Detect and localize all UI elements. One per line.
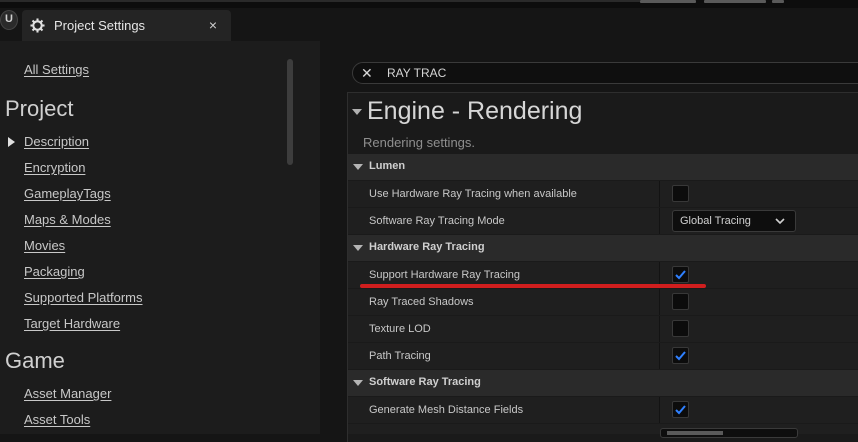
setting-label: Generate Mesh Distance Fields — [369, 404, 524, 416]
slider-fill — [667, 431, 723, 435]
column-divider — [659, 181, 660, 207]
collapse-arrow-icon[interactable] — [352, 109, 362, 115]
category-hardware-ray-tracing[interactable]: Hardware Ray Tracing — [348, 235, 858, 261]
category-lumen[interactable]: Lumen — [348, 154, 858, 180]
setting-label: Use Hardware Ray Tracing when available — [369, 188, 577, 200]
panel-description: Rendering settings. — [363, 135, 476, 150]
column-divider — [659, 208, 660, 234]
setting-row: Ray Traced Shadows — [348, 289, 858, 315]
sidebar-item-maps-modes[interactable]: Maps & Modes — [24, 212, 111, 227]
settings-cog-icon — [30, 18, 45, 33]
setting-label: Path Tracing — [369, 350, 431, 362]
search-input[interactable]: ✕ RAY TRAC — [352, 62, 858, 84]
sidebar-item-packaging[interactable]: Packaging — [24, 264, 85, 279]
expand-arrow-icon[interactable] — [8, 137, 15, 147]
setting-row: Use Hardware Ray Tracing when available — [348, 181, 858, 207]
setting-label: Support Hardware Ray Tracing — [369, 269, 521, 281]
sidebar-item-movies[interactable]: Movies — [24, 238, 65, 253]
texture-lod-checkbox[interactable] — [672, 320, 689, 337]
column-divider — [659, 289, 660, 315]
checkmark-icon — [675, 351, 686, 361]
support-hw-ray-tracing-checkbox[interactable] — [672, 266, 689, 283]
sidebar-item-asset-tools[interactable]: Asset Tools — [24, 412, 90, 427]
project-settings-tab[interactable]: Project Settings × — [22, 10, 231, 41]
sidebar-scrollbar[interactable] — [287, 59, 293, 165]
top-strip — [0, 0, 858, 8]
setting-row: Texture LOD — [348, 316, 858, 342]
column-divider — [659, 397, 660, 423]
top-highlight — [0, 0, 640, 2]
setting-label: Texture LOD — [369, 323, 431, 335]
close-tab-icon[interactable]: × — [209, 17, 217, 33]
collapse-arrow-icon[interactable] — [353, 245, 363, 251]
software-ray-tracing-mode-dropdown[interactable]: Global Tracing — [672, 210, 796, 232]
panel-title: Engine - Rendering — [367, 97, 583, 125]
category-software-ray-tracing[interactable]: Software Ray Tracing — [348, 370, 858, 396]
sidebar-item-description[interactable]: Description — [24, 134, 89, 149]
generate-mesh-distance-fields-checkbox[interactable] — [672, 401, 689, 418]
category-label: Software Ray Tracing — [369, 376, 481, 388]
toolbar-button[interactable] — [772, 0, 784, 3]
sidebar-item-encryption[interactable]: Encryption — [24, 160, 85, 175]
setting-label: Software Ray Tracing Mode — [369, 215, 505, 227]
checkmark-icon — [675, 405, 686, 415]
section-title-game: Game — [5, 348, 65, 373]
setting-row: Generate Mesh Distance Fields — [348, 397, 858, 423]
category-label: Lumen — [369, 160, 406, 172]
use-hw-ray-tracing-checkbox[interactable] — [672, 185, 689, 202]
path-tracing-checkbox[interactable] — [672, 347, 689, 364]
collapse-arrow-icon[interactable] — [353, 380, 363, 386]
dropdown-value: Global Tracing — [680, 215, 751, 227]
search-value[interactable]: RAY TRAC — [387, 66, 446, 80]
sidebar-item-target-hardware[interactable]: Target Hardware — [24, 316, 120, 331]
all-settings-link[interactable]: All Settings — [24, 62, 89, 77]
unreal-logo-icon[interactable] — [0, 10, 18, 30]
setting-row: Path Tracing — [348, 343, 858, 369]
sidebar-item-gameplaytags[interactable]: GameplayTags — [24, 186, 111, 201]
checkmark-icon — [675, 270, 686, 280]
category-label: Hardware Ray Tracing — [369, 241, 485, 253]
toolbar-button[interactable] — [640, 0, 696, 3]
column-divider — [659, 316, 660, 342]
setting-label: Ray Traced Shadows — [369, 296, 474, 308]
sidebar-item-supported-platforms[interactable]: Supported Platforms — [24, 290, 143, 305]
annotation-underline — [360, 284, 706, 288]
ray-traced-shadows-checkbox[interactable] — [672, 293, 689, 310]
clear-search-icon[interactable]: ✕ — [361, 65, 373, 82]
sidebar-item-asset-manager[interactable]: Asset Manager — [24, 386, 111, 401]
setting-row: Software Ray Tracing Mode Global Tracing — [348, 208, 858, 234]
column-divider — [659, 343, 660, 369]
partial-slider[interactable] — [660, 428, 798, 438]
tab-title: Project Settings — [54, 18, 146, 33]
chevron-down-icon — [775, 218, 785, 225]
collapse-arrow-icon[interactable] — [353, 164, 363, 170]
toolbar-button[interactable] — [704, 0, 766, 3]
section-title-project: Project — [5, 96, 74, 121]
